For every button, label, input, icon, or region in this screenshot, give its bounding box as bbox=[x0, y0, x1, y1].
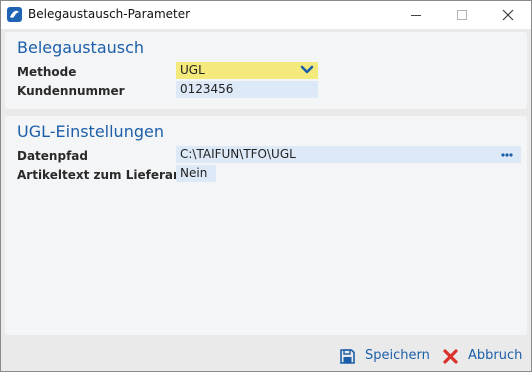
browse-dots-icon[interactable] bbox=[501, 153, 513, 157]
datenpfad-value: C:\TAIFUN\TFO\UGL bbox=[180, 147, 296, 161]
chevron-down-icon bbox=[300, 65, 314, 74]
cancel-label: Abbruch bbox=[468, 348, 523, 363]
maximize-button[interactable] bbox=[439, 1, 485, 29]
kundennummer-label: Kundennummer bbox=[17, 84, 125, 98]
methode-select[interactable]: UGL bbox=[176, 62, 318, 79]
datenpfad-field[interactable]: C:\TAIFUN\TFO\UGL bbox=[176, 146, 521, 163]
minimize-button[interactable] bbox=[393, 1, 439, 29]
maximize-icon bbox=[457, 10, 467, 20]
title-bar: Belegaustausch-Parameter bbox=[1, 1, 531, 29]
cancel-button[interactable]: Abbruch bbox=[442, 347, 524, 367]
artikeltext-field[interactable]: Nein bbox=[176, 165, 216, 182]
methode-value: UGL bbox=[180, 63, 205, 77]
cancel-x-icon bbox=[443, 349, 458, 364]
ugl-einstellungen-panel: UGL-Einstellungen Datenpfad C:\TAIFUN\TF… bbox=[5, 116, 527, 335]
belegaustausch-heading: Belegaustausch bbox=[17, 38, 145, 57]
app-logo-icon bbox=[7, 7, 22, 22]
close-button[interactable] bbox=[485, 1, 531, 29]
datenpfad-label: Datenpfad bbox=[17, 149, 88, 163]
window-title: Belegaustausch-Parameter bbox=[28, 7, 191, 21]
save-icon bbox=[340, 349, 355, 364]
kundennummer-field[interactable]: 0123456 bbox=[176, 81, 318, 98]
kundennummer-value: 0123456 bbox=[180, 82, 234, 96]
close-icon bbox=[502, 9, 514, 21]
dialog-window: Belegaustausch-Parameter Belegaustausch … bbox=[0, 0, 532, 372]
save-label: Speichern bbox=[365, 348, 430, 363]
artikeltext-value: Nein bbox=[180, 166, 208, 180]
belegaustausch-panel: Belegaustausch Methode UGL Kundennummer … bbox=[5, 32, 527, 109]
save-button[interactable]: Speichern bbox=[339, 347, 431, 367]
methode-label: Methode bbox=[17, 65, 77, 79]
ugl-heading: UGL-Einstellungen bbox=[17, 122, 164, 141]
minimize-icon bbox=[411, 15, 421, 16]
artikeltext-label: Artikeltext zum Lieferant bbox=[17, 168, 188, 182]
